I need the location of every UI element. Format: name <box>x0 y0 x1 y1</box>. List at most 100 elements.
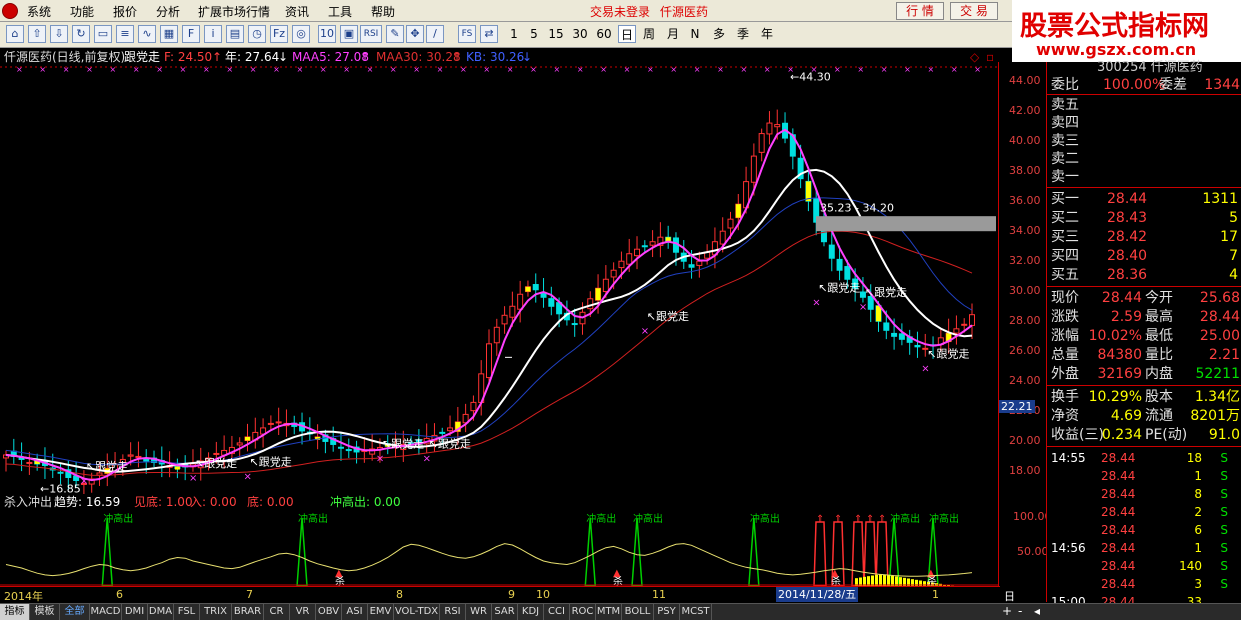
f10-icon[interactable]: F <box>182 25 200 43</box>
chart-icon[interactable]: ∿ <box>138 25 156 43</box>
top-signal-marker: × <box>530 66 537 74</box>
quote-mode-button[interactable]: 行 情 <box>896 2 944 20</box>
buy-level-label: 买二 <box>1051 210 1079 226</box>
calc-icon[interactable]: ▤ <box>226 25 244 43</box>
candle-body <box>501 314 508 325</box>
rsi-icon[interactable]: RSI <box>360 25 382 43</box>
f-arrow-icon: ↑ <box>212 50 223 64</box>
fz-icon[interactable]: Fz <box>270 25 288 43</box>
sync-icon[interactable]: ⇄ <box>480 25 498 43</box>
period-n[interactable]: N <box>688 25 702 43</box>
indicator-tab-emv[interactable]: EMV <box>368 604 394 620</box>
signal-marker: × <box>244 471 252 482</box>
rush-out-value: 冲高出: 0.00 <box>330 495 401 509</box>
close-chart-icon[interactable]: ▫ <box>986 48 994 66</box>
top-signal-marker: × <box>647 66 654 74</box>
period-month[interactable]: 月 <box>664 25 682 43</box>
indicator-tab-roc[interactable]: ROC <box>570 604 596 620</box>
quote-stat-value: 0.234 <box>1101 427 1142 443</box>
period-15min[interactable]: 15 <box>546 25 566 43</box>
period-5min[interactable]: 5 <box>526 25 542 43</box>
site-watermark: 股票公式指标网 www.gszx.com.cn <box>1012 0 1241 62</box>
indicator-tab-boll[interactable]: BOLL <box>622 604 654 620</box>
indicator-tab-rsi[interactable]: RSI <box>440 604 466 620</box>
indicator-tab-kdj[interactable]: KDJ <box>518 604 544 620</box>
red-arrow: ⇑ <box>854 514 862 525</box>
indicator-tab-obv[interactable]: OBV <box>316 604 342 620</box>
indicator-tab-fsl[interactable]: FSL <box>174 604 200 620</box>
menu-item-quote[interactable]: 报价 <box>113 3 137 20</box>
trade-mode-button[interactable]: 交 易 <box>950 2 998 20</box>
indicator-tab-cr[interactable]: CR <box>264 604 290 620</box>
stock-code: 300254 仟源医药 <box>1097 60 1203 75</box>
ten-icon[interactable]: 10 <box>318 25 336 43</box>
tool-icon[interactable]: ▣ <box>340 25 358 43</box>
list-icon[interactable]: ≡ <box>116 25 134 43</box>
back-icon[interactable]: ⇧ <box>28 25 46 43</box>
menu-item-analysis[interactable]: 分析 <box>156 3 180 20</box>
indicator-tab-mtm[interactable]: MTM <box>596 604 622 620</box>
period-30min[interactable]: 30 <box>570 25 590 43</box>
indicator-tab-macd[interactable]: MACD <box>90 604 122 620</box>
maa30-value: MAA30: 30.28 <box>376 50 461 64</box>
top-signal-marker: × <box>39 66 46 74</box>
menu-item-news[interactable]: 资讯 <box>285 3 309 20</box>
panel-separator <box>1047 187 1241 188</box>
indicator-tab-cci[interactable]: CCI <box>544 604 570 620</box>
indicator-tab-brar[interactable]: BRAR <box>232 604 264 620</box>
info-icon[interactable]: i <box>204 25 222 43</box>
period-day[interactable]: 日 <box>618 25 636 43</box>
candle-body <box>649 241 656 246</box>
tick-row: 14:56 28.44 1 S <box>1047 539 1241 557</box>
period-multi[interactable]: 多 <box>710 25 728 43</box>
period-1min[interactable]: 1 <box>506 25 522 43</box>
sell-level-label: 卖二 <box>1051 151 1079 167</box>
period-week[interactable]: 周 <box>640 25 658 43</box>
menu-item-extended-market[interactable]: 扩展市场行情 <box>198 3 270 20</box>
candle-body <box>688 264 695 268</box>
home-icon[interactable]: ⌂ <box>6 25 24 43</box>
panel-separator <box>1047 94 1241 95</box>
main-price-chart[interactable]: × × × × × × × × × × × × × × × × × × × × × × × × × × × × × × × × × × × × × × × ×… <box>0 66 998 494</box>
menu-item-help[interactable]: 帮助 <box>371 3 395 20</box>
indicator-tab-dma[interactable]: DMA <box>148 604 174 620</box>
indicator-tab-vr[interactable]: VR <box>290 604 316 620</box>
order-ratio-value: 100.00% <box>1103 77 1166 93</box>
fs-icon[interactable]: FS <box>458 25 476 43</box>
window-icon[interactable]: ▭ <box>94 25 112 43</box>
period-quarter[interactable]: 季 <box>734 25 752 43</box>
indicator-tab-vol-tdx[interactable]: VOL-TDX <box>394 604 440 620</box>
sub-indicator-chart[interactable]: 冲高出 冲高出 冲高出 冲高出 冲高出 冲高出 冲高出⇑ ⇑ ⇑ ⇑ ⇑▲杀▲杀▲杀▲杀 <box>0 510 998 586</box>
sub-indicator-header: 杀入冲出 趋势: 16.59 见底: 1.00 入: 0.00 底: 0.00 … <box>0 494 1000 510</box>
clock-icon[interactable]: ◷ <box>248 25 266 43</box>
menu-item-tools[interactable]: 工具 <box>328 3 352 20</box>
indicator-tab-模板[interactable]: 模板 <box>30 604 60 620</box>
buy-price: 28.44 <box>1107 191 1148 207</box>
diamond-icon[interactable]: ◇ <box>970 48 979 66</box>
period-year[interactable]: 年 <box>758 25 776 43</box>
candle-body <box>470 401 477 412</box>
menu-item-system[interactable]: 系统 <box>27 3 51 20</box>
indicator-tab-wr[interactable]: WR <box>466 604 492 620</box>
forward-icon[interactable]: ⇩ <box>50 25 68 43</box>
grid-icon[interactable]: ▦ <box>160 25 178 43</box>
pencil-icon[interactable]: / <box>426 25 444 43</box>
indicator-tab-asi[interactable]: ASI <box>342 604 368 620</box>
buy-volume: 1311 <box>1202 191 1238 207</box>
refresh-icon[interactable]: ↻ <box>72 25 90 43</box>
move-icon[interactable]: ✥ <box>406 25 424 43</box>
indicator-tab-mcst[interactable]: MCST <box>680 604 712 620</box>
indicator-tab-dmi[interactable]: DMI <box>122 604 148 620</box>
indicator-tab-指标[interactable]: 指标 <box>0 604 30 620</box>
indicator-tab-psy[interactable]: PSY <box>654 604 680 620</box>
top-signal-marker: × <box>343 66 350 74</box>
target-icon[interactable]: ◎ <box>292 25 310 43</box>
indicator-tab-trix[interactable]: TRIX <box>200 604 232 620</box>
indicator-tab-sar[interactable]: SAR <box>492 604 518 620</box>
indicator-tab-全部[interactable]: 全部 <box>60 604 90 620</box>
period-60min[interactable]: 60 <box>594 25 614 43</box>
candle-body <box>696 260 703 266</box>
menu-item-function[interactable]: 功能 <box>70 3 94 20</box>
signal-label: ↖跟党走 <box>195 457 237 470</box>
pen-icon[interactable]: ✎ <box>386 25 404 43</box>
